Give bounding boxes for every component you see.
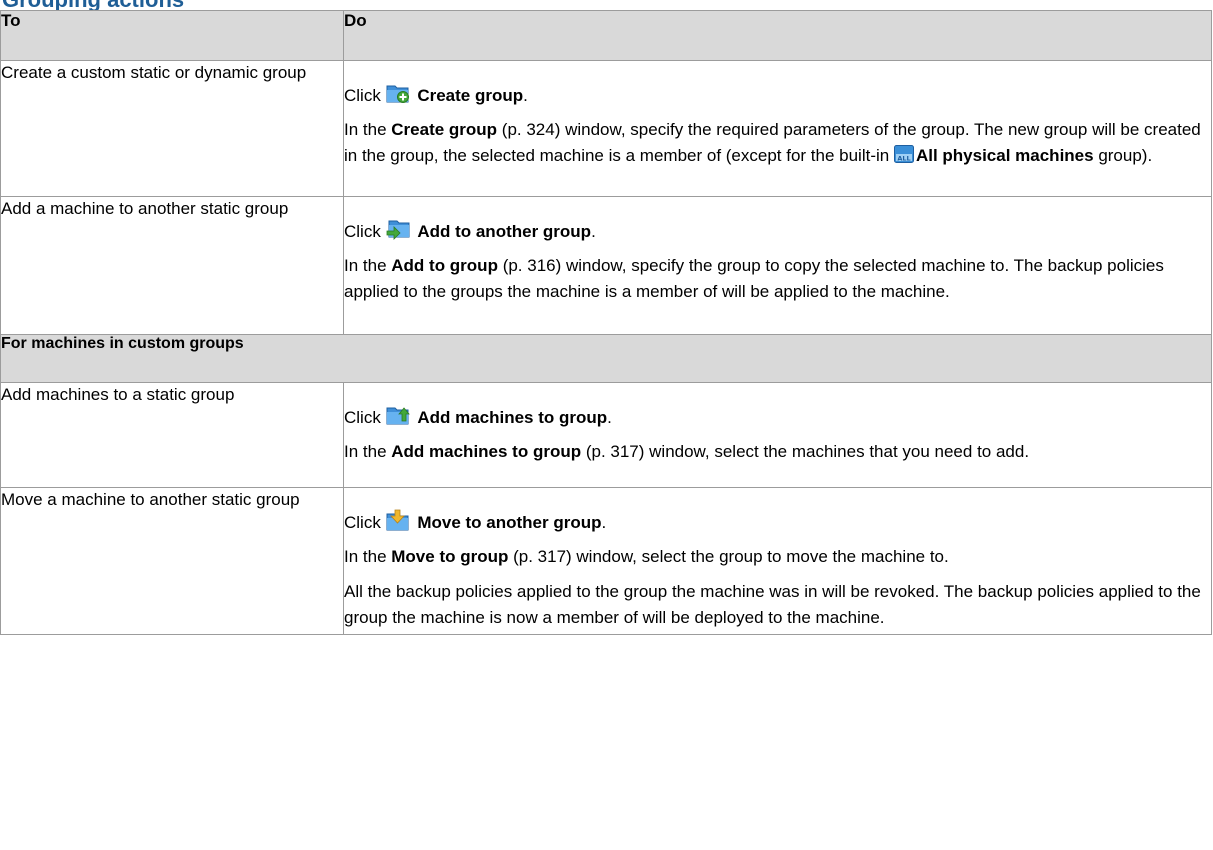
action-label: Add to another group [417, 222, 592, 241]
add-to-group-icon [386, 220, 410, 240]
table-row: Create a custom static or dynamic group … [0, 60, 1212, 197]
para-text: (p. 317) window, select the machines tha… [581, 442, 1030, 461]
table-row: Add a machine to another static group Cl… [0, 196, 1212, 335]
row-to-cell: Create a custom static or dynamic group [0, 60, 344, 197]
window-name: Add to group [391, 256, 498, 275]
punctuation: . [601, 513, 607, 532]
row-do-cell: Click Add machines to group. In the Add … [343, 382, 1212, 488]
window-name: Create group [391, 120, 498, 139]
table-row: Move a machine to another static group C… [0, 487, 1212, 635]
click-word: Click [344, 222, 381, 241]
click-word: Click [344, 86, 381, 105]
window-name: Move to group [391, 547, 509, 566]
action-label: Create group [417, 86, 524, 105]
para-text: In the [344, 120, 392, 139]
all-physical-machines-icon: ALL [893, 145, 914, 163]
action-label: Move to another group [417, 513, 602, 532]
move-to-group-icon [386, 509, 409, 531]
para-text: In the [344, 442, 392, 461]
group-name: All physical machines [915, 146, 1094, 165]
svg-text:ALL: ALL [897, 155, 910, 163]
section-row: For machines in custom groups [0, 334, 1212, 383]
para-text: group). [1093, 146, 1153, 165]
window-name: Add machines to group [391, 442, 582, 461]
section-label: For machines in custom groups [0, 334, 1212, 383]
column-header-do: Do [343, 10, 1212, 61]
click-word: Click [344, 408, 381, 427]
para-text: All the backup policies applied to the g… [344, 582, 1201, 627]
punctuation: . [523, 86, 528, 105]
row-to-cell: Add a machine to another static group [0, 196, 344, 335]
action-label: Add machines to group [417, 408, 608, 427]
punctuation: . [591, 222, 596, 241]
column-header-to: To [0, 10, 344, 61]
para-text: In the [344, 256, 392, 275]
punctuation: . [607, 408, 612, 427]
row-do-cell: Click Move to another group. In the Move… [343, 487, 1212, 635]
para-text: (p. 317) window, select the group to mov… [508, 547, 949, 566]
table-header-row: To Do [0, 10, 1212, 61]
grouping-actions-table: To Do Create a custom static or dynamic … [0, 10, 1212, 635]
create-group-icon [386, 85, 409, 103]
row-to-cell: Add machines to a static group [0, 382, 344, 488]
para-text: In the [344, 547, 392, 566]
row-do-cell: Click Create group. In the Create group … [343, 60, 1212, 197]
row-do-cell: Click Add to another group. In the Add t… [343, 196, 1212, 335]
click-word: Click [344, 513, 381, 532]
table-row: Add machines to a static group Click Add… [0, 382, 1212, 488]
add-machines-icon [386, 407, 410, 425]
row-to-cell: Move a machine to another static group [0, 487, 344, 635]
